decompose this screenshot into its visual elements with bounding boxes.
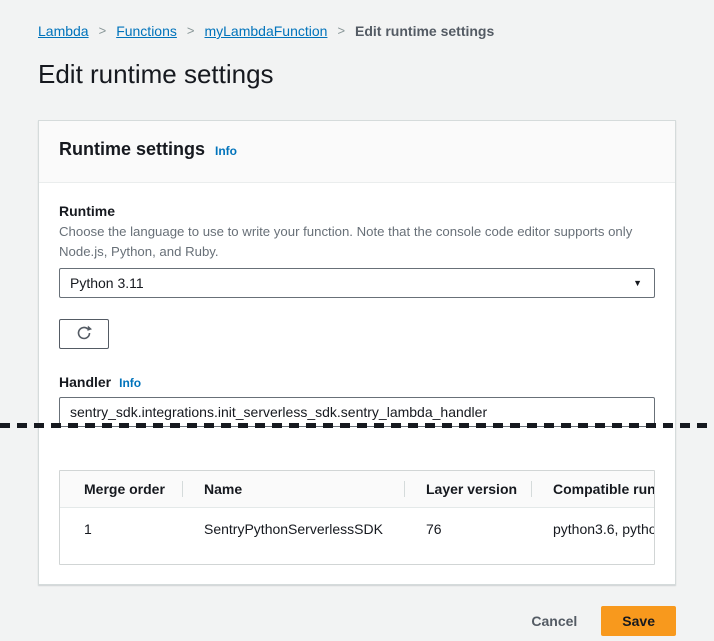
content-snip-divider [0,423,714,428]
column-header-merge-order: Merge order [60,481,182,497]
runtime-select[interactable]: Python 3.11 ▼ [59,268,655,298]
cell-layer-version: 76 [404,521,531,537]
handler-field: Handler Info [59,373,655,427]
refresh-runtimes-button[interactable] [59,319,109,349]
chevron-right-icon: > [187,23,195,39]
save-button[interactable]: Save [601,606,676,636]
chevron-right-icon: > [99,23,107,39]
breadcrumb-functions[interactable]: Functions [116,23,177,39]
footer-actions: Cancel Save [38,606,676,636]
table-row: 1 SentryPythonServerlessSDK 76 python3.6… [60,508,654,564]
runtime-selected-value: Python 3.11 [70,275,144,291]
column-header-compatible-runtimes: Compatible runtimes [531,481,654,497]
refresh-icon [75,324,93,345]
runtime-description: Choose the language to use to write your… [59,222,655,262]
runtime-settings-info-link[interactable]: Info [215,144,237,158]
breadcrumb-lambda[interactable]: Lambda [38,23,89,39]
runtime-settings-panel: Runtime settings Info Runtime Choose the… [38,120,676,585]
breadcrumb: Lambda > Functions > myLambdaFunction > … [38,0,676,39]
handler-label: Handler [59,373,111,391]
runtime-label: Runtime [59,202,655,220]
column-header-layer-version: Layer version [404,481,531,497]
cell-merge-order: 1 [60,521,182,537]
layers-table: Merge order Name Layer version Compatibl… [59,470,655,565]
layers-table-header: Merge order Name Layer version Compatibl… [60,471,654,508]
column-header-name: Name [182,481,404,497]
cancel-button[interactable]: Cancel [531,613,577,629]
cell-name: SentryPythonServerlessSDK [182,521,404,537]
breadcrumb-current: Edit runtime settings [355,23,494,39]
edit-runtime-settings-page: Lambda > Functions > myLambdaFunction > … [0,0,714,641]
page-title: Edit runtime settings [38,59,676,89]
cell-compatible-runtimes: python3.6, python3.7 [531,521,654,537]
panel-body: Runtime Choose the language to use to wr… [39,183,675,584]
chevron-right-icon: > [337,23,345,39]
panel-header: Runtime settings Info [39,121,675,183]
runtime-field: Runtime Choose the language to use to wr… [59,202,655,298]
breadcrumb-mylambdafunction[interactable]: myLambdaFunction [204,23,327,39]
chevron-down-icon: ▼ [633,278,642,288]
handler-info-link[interactable]: Info [119,376,141,390]
panel-title: Runtime settings [59,139,205,160]
